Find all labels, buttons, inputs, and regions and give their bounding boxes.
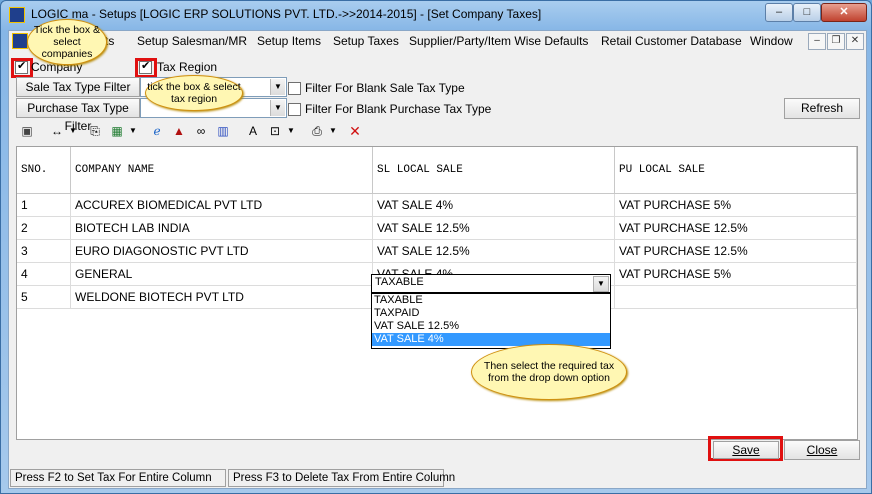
cell-sno[interactable]: 2 <box>17 216 71 240</box>
find-binoculars-icon[interactable]: ∞ <box>193 124 209 138</box>
font-icon[interactable]: A <box>245 124 261 138</box>
chevron-down-icon[interactable]: ▼ <box>593 276 609 292</box>
column-width-icon[interactable]: ↔ <box>49 124 65 138</box>
app-logo-icon <box>9 7 25 23</box>
chevron-down-icon[interactable]: ▼ <box>270 79 285 95</box>
cell-sno[interactable]: 3 <box>17 239 71 263</box>
arrow-up-icon[interactable]: ▲ <box>171 124 187 138</box>
cell-sl-local-sale[interactable]: VAT SALE 4% <box>372 193 615 217</box>
mdi-close-button[interactable]: ✕ <box>846 33 864 50</box>
minimize-button[interactable]: – <box>765 3 793 22</box>
blank-purchase-label: Filter For Blank Purchase Tax Type <box>305 102 492 116</box>
cell-sno[interactable]: 4 <box>17 262 71 286</box>
mdi-restore-button[interactable]: ❐ <box>827 33 845 50</box>
close-button[interactable]: Close <box>784 440 860 460</box>
maximize-button[interactable]: □ <box>793 3 821 22</box>
cell-pu-local-sale[interactable]: VAT PURCHASE 5% <box>614 193 857 217</box>
dropdown-option[interactable]: TAXABLE <box>372 294 610 307</box>
app-window: LOGIC ma - Setups [LOGIC ERP SOLUTIONS P… <box>0 0 872 494</box>
chart-icon[interactable]: ▥ <box>215 124 231 138</box>
child-window-icon <box>12 33 28 49</box>
excel-icon[interactable]: ▦ <box>109 124 125 138</box>
column-header-company-name[interactable]: COMPANY NAME <box>70 147 373 194</box>
menu-item-setup-taxes[interactable]: Setup Taxes <box>333 34 399 48</box>
export-icon[interactable]: ▣ <box>19 124 35 138</box>
printer-icon[interactable]: ⎙ <box>309 124 325 138</box>
callout-tax-region: tick the box & select tax region <box>145 75 243 111</box>
refresh-button[interactable]: Refresh <box>784 98 860 119</box>
cell-sno[interactable]: 1 <box>17 193 71 217</box>
tax-region-label: Tax Region <box>157 60 218 74</box>
table-row[interactable]: 3 EURO DIAGONOSTIC PVT LTD VAT SALE 12.5… <box>17 239 857 263</box>
table-row[interactable]: 1 ACCUREX BIOMEDICAL PVT LTD VAT SALE 4%… <box>17 193 857 217</box>
menu-item-retail-customer-db[interactable]: Retail Customer Database <box>601 34 742 48</box>
column-header-sl-local-sale[interactable]: SL LOCAL SALE <box>372 147 615 194</box>
cell-sl-local-sale[interactable]: VAT SALE 12.5% <box>372 239 615 263</box>
blank-sale-checkbox[interactable] <box>288 82 301 95</box>
menu-item-setup-salesman[interactable]: Setup Salesman/MR <box>137 34 247 48</box>
cell-company-name[interactable]: GENERAL <box>70 262 373 286</box>
chevron-down-icon[interactable]: ▼ <box>325 124 341 138</box>
cell-pu-local-sale[interactable] <box>614 285 857 309</box>
cell-company-name[interactable]: WELDONE BIOTECH PVT LTD <box>70 285 373 309</box>
chevron-down-icon[interactable]: ▼ <box>125 124 141 138</box>
copy-icon[interactable]: ⎘ <box>87 124 103 138</box>
chevron-down-icon[interactable]: ▼ <box>65 124 81 138</box>
mdi-child-window: ts Setup Salesman/MR Setup Items Setup T… <box>8 19 867 489</box>
status-bar: Press F2 to Set Tax For Entire Column Pr… <box>9 468 866 487</box>
cell-pu-local-sale[interactable]: VAT PURCHASE 12.5% <box>614 216 857 240</box>
tax-region-checkbox[interactable] <box>139 59 152 74</box>
tax-type-dropdown[interactable]: TAXABLE ▼ <box>371 274 611 293</box>
column-header-pu-local-sale[interactable]: PU LOCAL SALE <box>614 147 857 194</box>
cell-company-name[interactable]: ACCUREX BIOMEDICAL PVT LTD <box>70 193 373 217</box>
cell-sno[interactable]: 5 <box>17 285 71 309</box>
menu-item-supplier-defaults[interactable]: Supplier/Party/Item Wise Defaults <box>409 34 588 48</box>
delete-icon[interactable]: ✕ <box>347 124 363 138</box>
cell-pu-local-sale[interactable]: VAT PURCHASE 5% <box>614 262 857 286</box>
cell-company-name[interactable]: EURO DIAGONOSTIC PVT LTD <box>70 239 373 263</box>
menu-item-setup-items[interactable]: Setup Items <box>257 34 321 48</box>
blank-purchase-checkbox[interactable] <box>288 103 301 116</box>
callout-company: Tick the box & select companies <box>27 19 107 65</box>
dropdown-option[interactable]: TAXPAID <box>372 307 610 320</box>
save-button[interactable]: Save <box>713 441 779 459</box>
company-checkbox[interactable] <box>15 59 28 74</box>
cell-sl-local-sale[interactable]: VAT SALE 12.5% <box>372 216 615 240</box>
blank-sale-label: Filter For Blank Sale Tax Type <box>305 81 465 95</box>
sale-tax-filter-button[interactable]: Sale Tax Type Filter <box>16 77 140 97</box>
dropdown-value: TAXABLE <box>375 276 424 288</box>
menu-bar: ts Setup Salesman/MR Setup Items Setup T… <box>9 31 866 51</box>
cell-company-name[interactable]: BIOTECH LAB INDIA <box>70 216 373 240</box>
chevron-down-icon[interactable]: ▼ <box>270 100 285 116</box>
column-header-sno[interactable]: SNO. <box>17 147 71 194</box>
print-preview-icon[interactable]: ⊡ <box>267 124 283 138</box>
cell-pu-local-sale[interactable]: VAT PURCHASE 12.5% <box>614 239 857 263</box>
status-hint-f2: Press F2 to Set Tax For Entire Column <box>10 469 226 487</box>
purchase-tax-filter-button[interactable]: Purchase Tax Type Filter <box>16 98 140 133</box>
callout-dropdown: Then select the required tax from the dr… <box>471 344 627 400</box>
tax-type-options-list: TAXABLE TAXPAID VAT SALE 12.5% VAT SALE … <box>371 293 611 349</box>
chevron-down-icon[interactable]: ▼ <box>283 124 299 138</box>
dropdown-option[interactable]: VAT SALE 12.5% <box>372 320 610 333</box>
close-window-button[interactable]: ✕ <box>821 3 867 22</box>
menu-item-window[interactable]: Window <box>750 34 793 48</box>
window-title: LOGIC ma - Setups [LOGIC ERP SOLUTIONS P… <box>31 7 542 21</box>
status-hint-f3: Press F3 to Delete Tax From Entire Colum… <box>228 469 455 487</box>
browser-icon[interactable]: ℯ <box>149 124 165 138</box>
title-bar: LOGIC ma - Setups [LOGIC ERP SOLUTIONS P… <box>1 1 871 27</box>
dropdown-option-selected[interactable]: VAT SALE 4% <box>372 333 610 346</box>
table-row[interactable]: 2 BIOTECH LAB INDIA VAT SALE 12.5% VAT P… <box>17 216 857 240</box>
mdi-minimize-button[interactable]: – <box>808 33 826 50</box>
